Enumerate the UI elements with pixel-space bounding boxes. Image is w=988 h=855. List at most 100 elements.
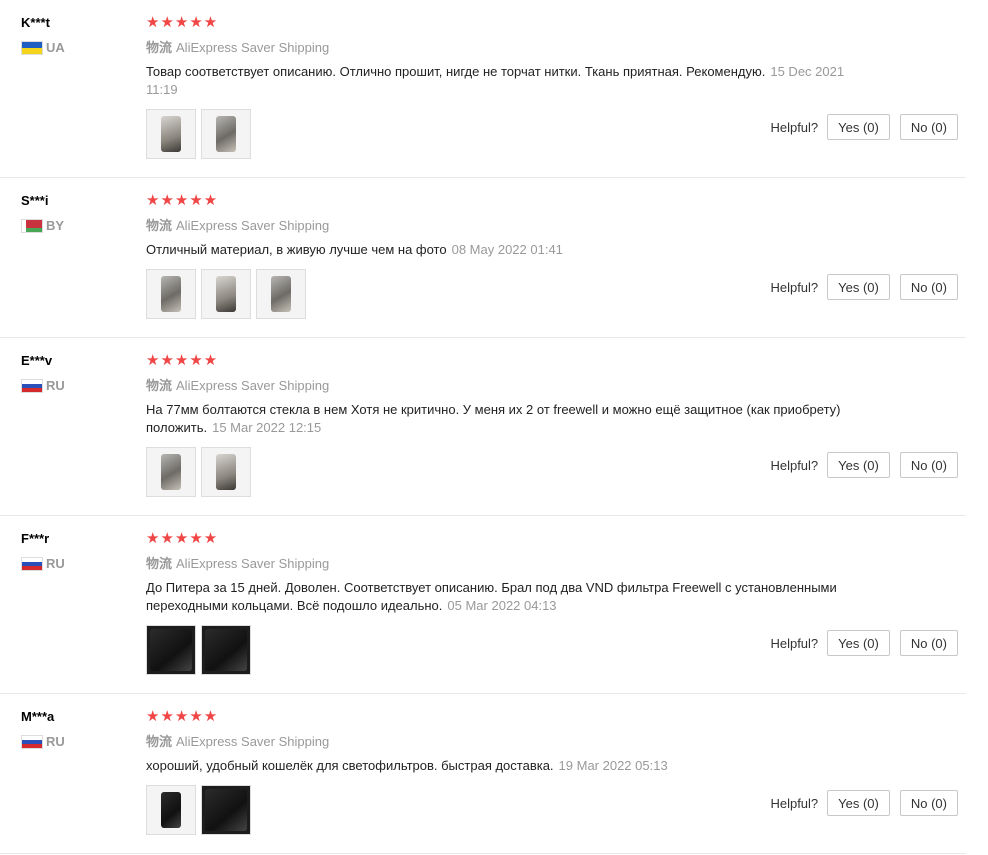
shipping-method: AliExpress Saver Shipping — [176, 734, 330, 749]
review-photo-thumbnail[interactable] — [201, 625, 251, 675]
reviewer-info: E***v RU — [21, 352, 65, 393]
review-item: M***a RU ★★★★★ 物流 AliExpress Saver Shippi… — [0, 694, 966, 854]
reviewer-info: M***a RU — [21, 708, 65, 749]
review-text: Товар соответствует описанию. Отлично пр… — [146, 63, 861, 99]
review-photo-thumbnail[interactable] — [201, 447, 251, 497]
country-code: RU — [46, 556, 65, 571]
helpful-no-button[interactable]: No (0) — [899, 452, 958, 478]
review-photo-thumbnail[interactable] — [146, 109, 196, 159]
reviewer-info: K***t UA — [21, 14, 65, 55]
helpful-label: Helpful? — [770, 119, 819, 135]
review-photos — [146, 785, 861, 835]
review-item: F***r RU ★★★★★ 物流 AliExpress Saver Shippi… — [0, 516, 966, 694]
reviewer-country: UA — [21, 40, 65, 55]
shipping-method: AliExpress Saver Shipping — [176, 556, 330, 571]
shipping-info: 物流 AliExpress Saver Shipping — [146, 555, 861, 573]
helpful-yes-button[interactable]: Yes (0) — [827, 274, 890, 300]
reviewer-name: S***i — [21, 193, 49, 208]
review-item: S***i BY ★★★★★ 物流 AliExpress Saver Shippi… — [0, 178, 966, 338]
review-date: 08 May 2022 01:41 — [451, 242, 563, 257]
ukraine-flag-icon — [21, 40, 43, 55]
helpful-actions: Helpful? Yes (0) No (0) — [770, 790, 958, 816]
helpful-actions: Helpful? Yes (0) No (0) — [770, 114, 958, 140]
reviewer-name: E***v — [21, 353, 53, 368]
shipping-cn-label: 物流 — [146, 40, 173, 55]
shipping-cn-label: 物流 — [146, 378, 173, 393]
shipping-cn-label: 物流 — [146, 556, 173, 571]
review-text: На 77мм болтаются стекла в нем Хотя не к… — [146, 401, 861, 437]
russia-flag-icon — [21, 556, 43, 571]
rating-stars: ★★★★★ — [146, 352, 219, 369]
helpful-no-button[interactable]: No (0) — [899, 274, 958, 300]
shipping-info: 物流 AliExpress Saver Shipping — [146, 217, 861, 235]
reviewer-info: F***r RU — [21, 530, 65, 571]
shipping-method: AliExpress Saver Shipping — [176, 378, 330, 393]
helpful-label: Helpful? — [770, 635, 819, 651]
helpful-yes-button[interactable]: Yes (0) — [827, 630, 890, 656]
helpful-yes-button[interactable]: Yes (0) — [827, 790, 890, 816]
reviewer-name: K***t — [21, 15, 50, 30]
shipping-method: AliExpress Saver Shipping — [176, 40, 330, 55]
shipping-cn-label: 物流 — [146, 218, 173, 233]
review-photo-thumbnail[interactable] — [146, 269, 196, 319]
helpful-yes-button[interactable]: Yes (0) — [827, 114, 890, 140]
reviewer-country: RU — [21, 734, 65, 749]
review-content: ★★★★★ 物流 AliExpress Saver Shipping Отличн… — [146, 192, 861, 319]
review-photos — [146, 625, 861, 675]
shipping-method: AliExpress Saver Shipping — [176, 218, 330, 233]
russia-flag-icon — [21, 378, 43, 393]
review-date: 19 Mar 2022 05:13 — [558, 758, 668, 773]
review-photo-thumbnail[interactable] — [201, 109, 251, 159]
reviewer-info: S***i BY — [21, 192, 64, 233]
helpful-label: Helpful? — [770, 279, 819, 295]
shipping-cn-label: 物流 — [146, 734, 173, 749]
review-text: До Питера за 15 дней. Доволен. Соответст… — [146, 579, 861, 615]
review-date: 05 Mar 2022 04:13 — [447, 598, 557, 613]
helpful-label: Helpful? — [770, 795, 819, 811]
helpful-yes-button[interactable]: Yes (0) — [827, 452, 890, 478]
reviewer-country: RU — [21, 556, 65, 571]
review-body: Отличный материал, в живую лучше чем на … — [146, 242, 447, 257]
review-photo-thumbnail[interactable] — [146, 785, 196, 835]
rating-stars: ★★★★★ — [146, 192, 219, 209]
rating-stars: ★★★★★ — [146, 14, 219, 31]
review-content: ★★★★★ 物流 AliExpress Saver Shipping На 77м… — [146, 352, 861, 497]
rating-stars: ★★★★★ — [146, 708, 219, 725]
review-body: Товар соответствует описанию. Отлично пр… — [146, 64, 766, 79]
rating-stars: ★★★★★ — [146, 530, 219, 547]
belarus-flag-icon — [21, 218, 43, 233]
review-photo-thumbnail[interactable] — [201, 269, 251, 319]
review-photo-thumbnail[interactable] — [256, 269, 306, 319]
helpful-actions: Helpful? Yes (0) No (0) — [770, 274, 958, 300]
review-content: ★★★★★ 物流 AliExpress Saver Shipping Товар … — [146, 14, 861, 159]
review-item: K***t UA ★★★★★ 物流 AliExpress Saver Shippi… — [0, 0, 966, 178]
review-photos — [146, 269, 861, 319]
reviewer-country: BY — [21, 218, 64, 233]
review-photos — [146, 447, 861, 497]
shipping-info: 物流 AliExpress Saver Shipping — [146, 377, 861, 395]
russia-flag-icon — [21, 734, 43, 749]
helpful-no-button[interactable]: No (0) — [899, 630, 958, 656]
helpful-actions: Helpful? Yes (0) No (0) — [770, 630, 958, 656]
shipping-info: 物流 AliExpress Saver Shipping — [146, 39, 861, 57]
review-body: хороший, удобный кошелёк для светофильтр… — [146, 758, 554, 773]
review-photo-thumbnail[interactable] — [146, 447, 196, 497]
review-photo-thumbnail[interactable] — [146, 625, 196, 675]
country-code: RU — [46, 378, 65, 393]
reviewer-country: RU — [21, 378, 65, 393]
helpful-no-button[interactable]: No (0) — [899, 114, 958, 140]
country-code: RU — [46, 734, 65, 749]
helpful-no-button[interactable]: No (0) — [899, 790, 958, 816]
shipping-info: 物流 AliExpress Saver Shipping — [146, 733, 861, 751]
review-photo-thumbnail[interactable] — [201, 785, 251, 835]
review-text: Отличный материал, в живую лучше чем на … — [146, 241, 861, 259]
review-text: хороший, удобный кошелёк для светофильтр… — [146, 757, 861, 775]
review-item: E***v RU ★★★★★ 物流 AliExpress Saver Shippi… — [0, 338, 966, 516]
review-content: ★★★★★ 物流 AliExpress Saver Shipping хороши… — [146, 708, 861, 835]
country-code: UA — [46, 40, 65, 55]
country-code: BY — [46, 218, 65, 233]
helpful-actions: Helpful? Yes (0) No (0) — [770, 452, 958, 478]
review-photos — [146, 109, 861, 159]
reviewer-name: F***r — [21, 531, 50, 546]
review-content: ★★★★★ 物流 AliExpress Saver Shipping До Пит… — [146, 530, 861, 675]
